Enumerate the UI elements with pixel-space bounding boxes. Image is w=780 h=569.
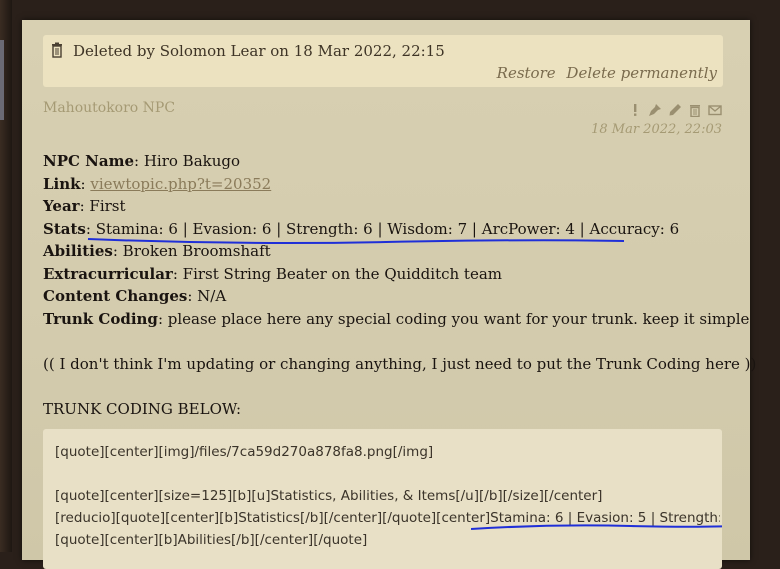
field-content-changes: Content Changes: N/A: [43, 287, 227, 305]
field-link: Link: viewtopic.php?t=20352: [43, 174, 272, 193]
deleted-user[interactable]: Solomon Lear: [160, 42, 266, 60]
field-abilities: Abilities: Broken Broomshaft: [43, 242, 271, 260]
field-label: Content Changes: [43, 287, 188, 305]
pm-icon[interactable]: [708, 102, 722, 116]
code-line: [quote][center][b]Abilities[/b][/center]…: [55, 532, 368, 548]
post-note: (( I don't think I'm updating or changin…: [43, 354, 757, 373]
field-value: Stamina: 6 | Evasion: 6 | Strength: 6 | …: [95, 219, 680, 238]
deleted-prefix: Deleted by: [73, 42, 155, 60]
code-block: [quote][center][img]/files/7ca59d270a878…: [43, 429, 722, 569]
code-line: [reducio][quote][center][b]Statistics[/b…: [55, 510, 720, 526]
post-author[interactable]: Mahoutokoro NPC: [43, 100, 175, 116]
trunk-heading: TRUNK CODING BELOW:: [43, 399, 242, 418]
field-trunk-coding: Trunk Coding: please place here any spec…: [43, 309, 750, 328]
field-label: Trunk Coding: [43, 309, 158, 328]
code-line: [quote][center][img]/files/7ca59d270a878…: [55, 444, 434, 460]
field-value: N/A: [197, 287, 227, 305]
field-value: please place here any special coding you…: [167, 309, 750, 328]
field-npc-name: NPC Name: Hiro Bakugo: [43, 152, 241, 170]
field-label: Year: [43, 197, 80, 215]
field-label: Link: [43, 174, 81, 193]
field-year: Year: First: [43, 197, 126, 215]
field-value: First: [89, 197, 126, 215]
restore-link[interactable]: Restore: [497, 64, 556, 82]
topic-link[interactable]: viewtopic.php?t=20352: [90, 175, 271, 193]
deleted-actions: Restore Delete permanently: [491, 64, 717, 82]
delete-permanently-link[interactable]: Delete permanently: [566, 64, 717, 82]
post-date: 18 Mar 2022, 22:03: [591, 122, 722, 137]
field-label: Stats: [43, 219, 86, 238]
field-label: Abilities: [43, 242, 113, 260]
post-action-icons: [628, 102, 722, 118]
field-label: Extracurricular: [43, 264, 173, 283]
scrollbar-thumb[interactable]: [0, 40, 4, 120]
code-content: [quote][center][img]/files/7ca59d270a878…: [55, 441, 720, 551]
field-value: Hiro Bakugo: [143, 152, 241, 170]
field-extracurricular: Extracurricular: First String Beater on …: [43, 264, 503, 283]
left-scroll-strip: [0, 0, 12, 552]
report-icon[interactable]: [628, 102, 642, 116]
post-body: NPC Name: Hiro Bakugo Link: viewtopic.ph…: [43, 150, 757, 420]
field-value: First String Beater on the Quidditch tea…: [182, 264, 503, 283]
field-stats: Stats: Stamina: 6 | Evasion: 6 | Strengt…: [43, 219, 680, 238]
deleted-date: on 18 Mar 2022, 22:15: [270, 42, 445, 60]
trash-icon: [52, 42, 62, 58]
warn-icon[interactable]: [648, 102, 662, 116]
deleted-by-text: Deleted by Solomon Lear on 18 Mar 2022, …: [73, 42, 445, 60]
edit-icon[interactable]: [668, 102, 682, 116]
code-line: [quote][center][size=125][b][u]Statistic…: [55, 488, 603, 504]
deleted-notice: Deleted by Solomon Lear on 18 Mar 2022, …: [43, 35, 723, 87]
field-value: Broken Broomshaft: [122, 242, 271, 260]
post-panel: Deleted by Solomon Lear on 18 Mar 2022, …: [22, 20, 757, 569]
field-label: NPC Name: [43, 152, 134, 170]
delete-icon[interactable]: [688, 102, 702, 118]
